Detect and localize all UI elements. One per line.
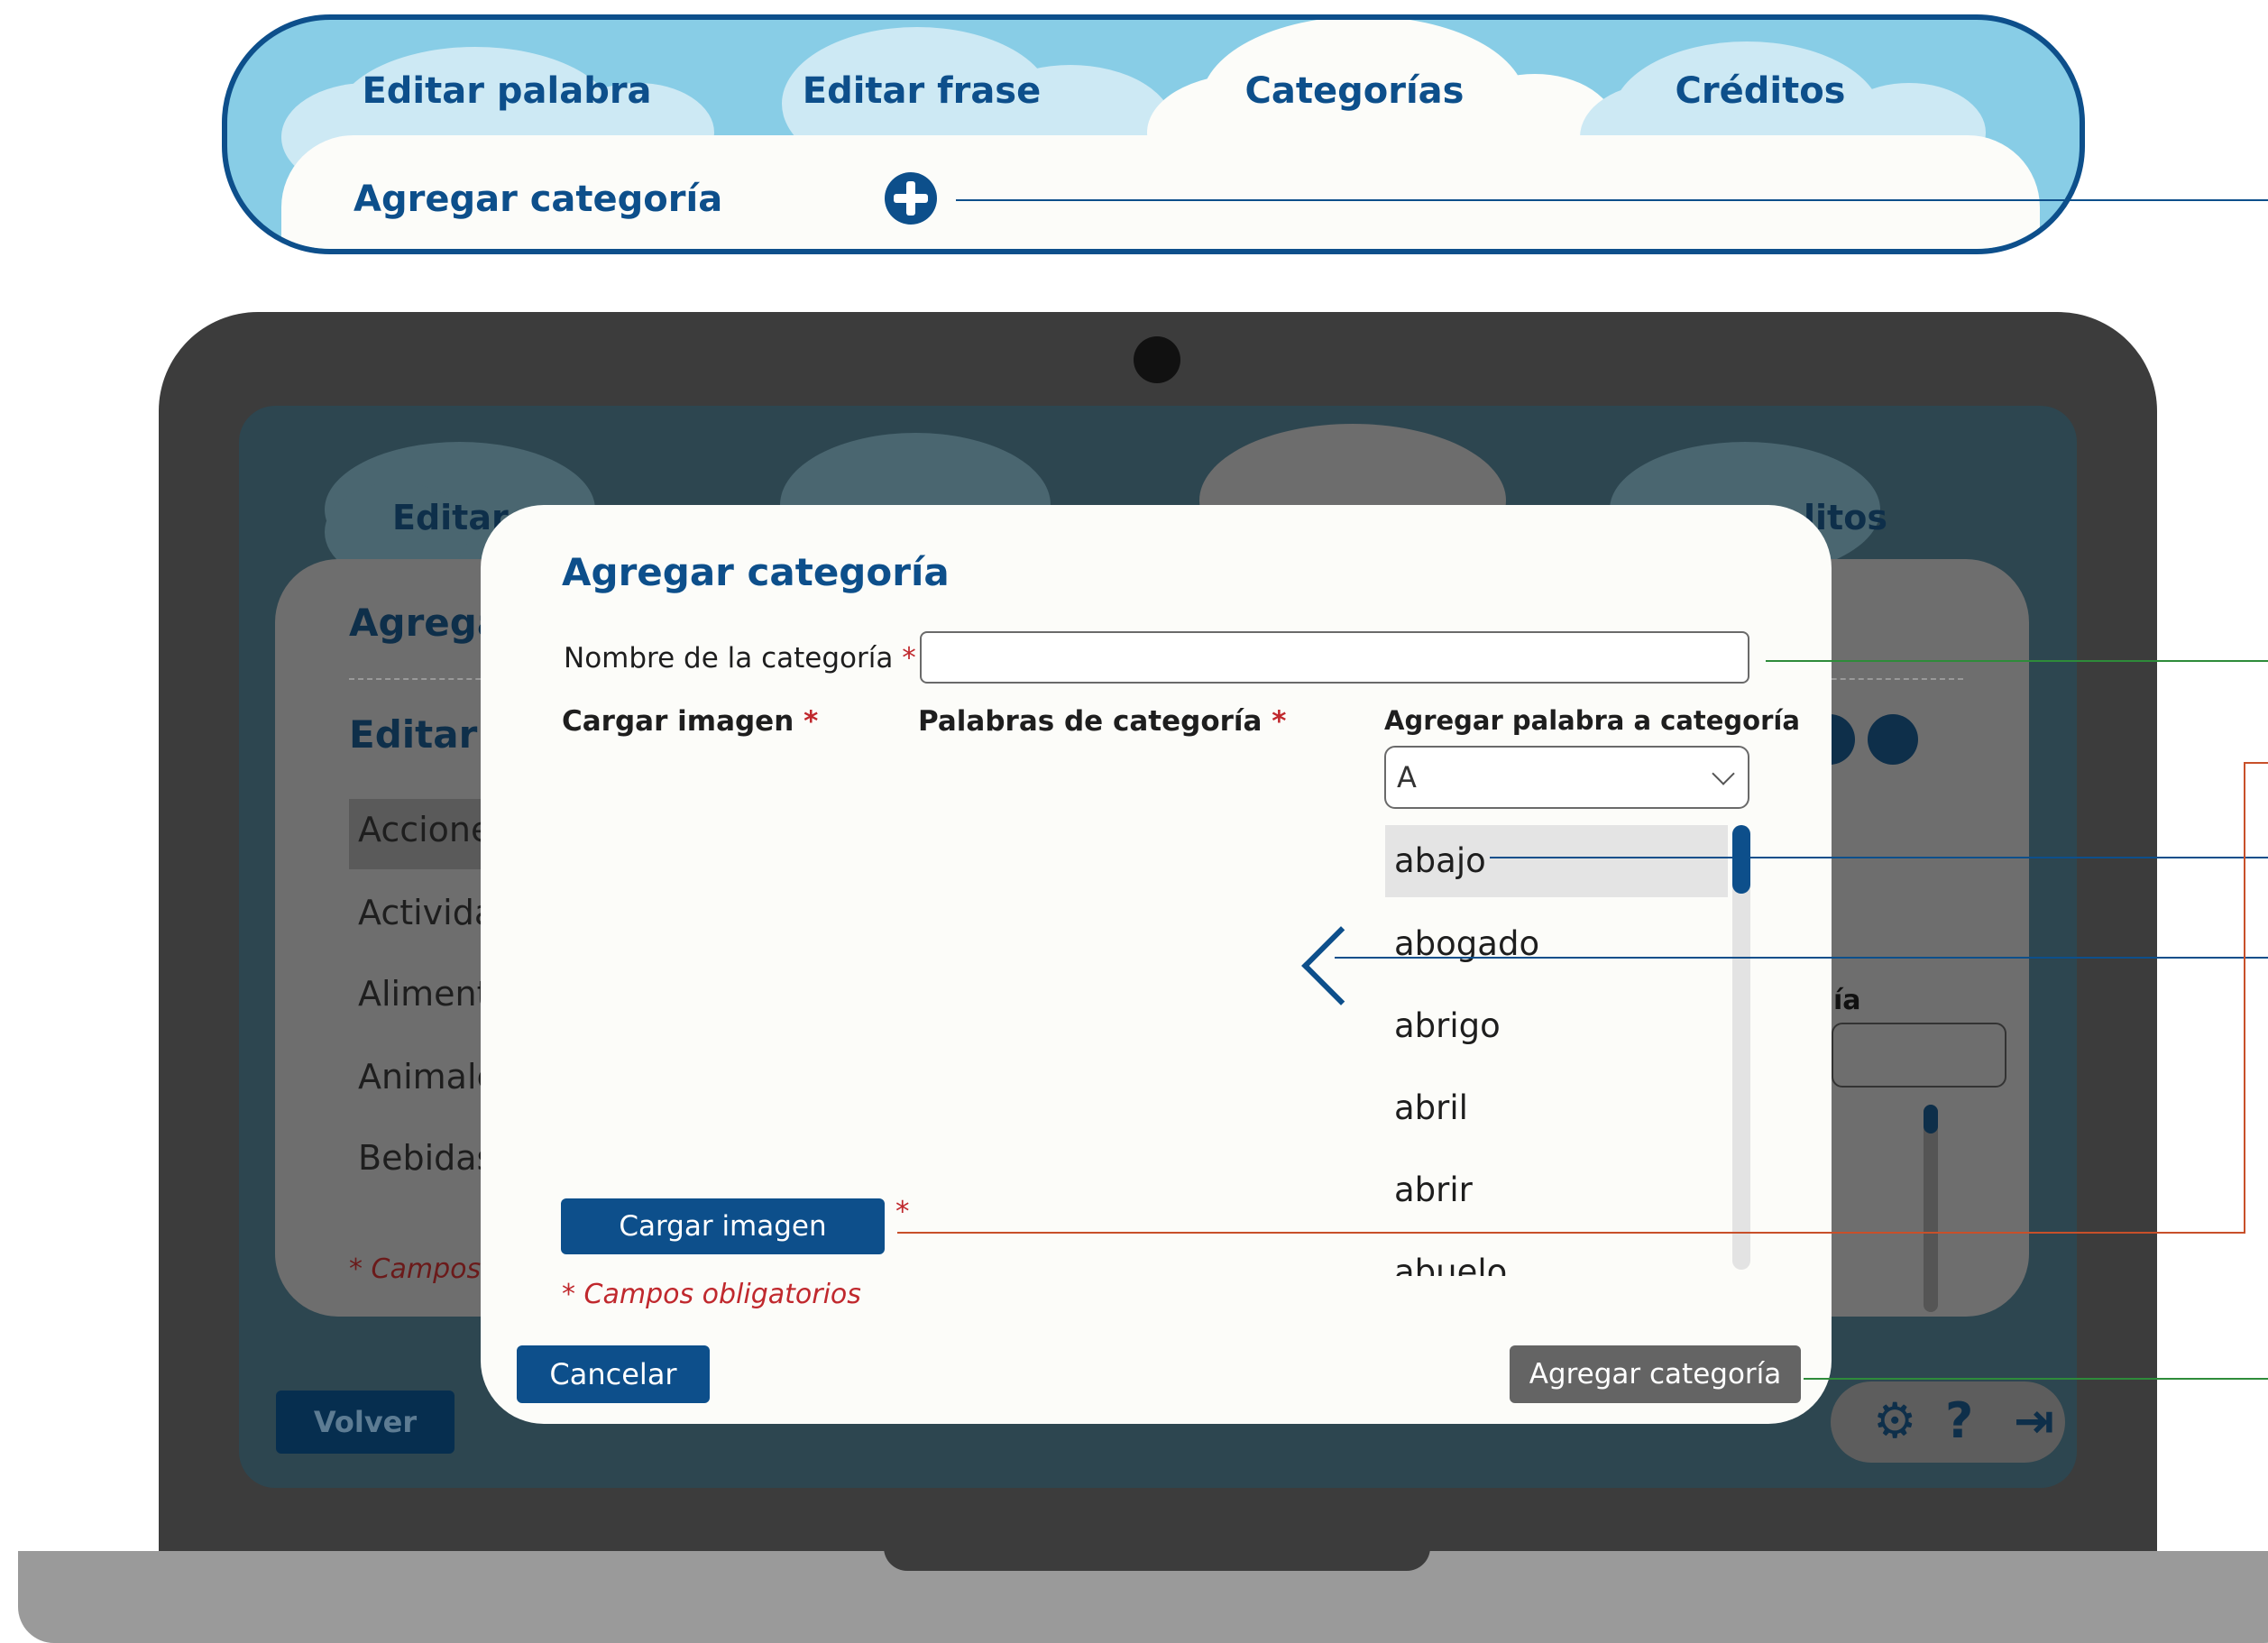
- tab-editar-frase[interactable]: Editar frase: [786, 70, 1057, 112]
- word-list[interactable]: abajo abogado abrigo abril abrir abuelo: [1385, 825, 1728, 1276]
- upload-image-header: Cargar imagen *: [562, 705, 818, 738]
- bg-trash-icon: [1868, 714, 1918, 765]
- annotation-line: [1335, 957, 2268, 959]
- word-list-item-selected[interactable]: abajo: [1385, 825, 1728, 897]
- add-category-modal: Agregar categoría Nombre de la categoría…: [481, 505, 1832, 1424]
- banner-add-category-label: Agregar categoría: [354, 179, 723, 220]
- required-mark: *: [895, 1196, 910, 1228]
- annotation-line: [1804, 1378, 2268, 1380]
- bg-scroll-thumb: [1924, 1105, 1938, 1134]
- bg-category: Animale: [358, 1057, 498, 1097]
- add-category-button[interactable]: Agregar categoría: [1510, 1345, 1801, 1403]
- word-list-item[interactable]: abril: [1385, 1072, 1728, 1144]
- category-name-label-text: Nombre de la categoría: [564, 642, 894, 675]
- required-mark: *: [803, 705, 819, 738]
- annotation-line: [2244, 762, 2268, 764]
- bg-label: ía: [1833, 985, 1861, 1016]
- bg-category: Bebidas: [358, 1138, 495, 1178]
- word-list-scroll-thumb[interactable]: [1732, 825, 1750, 894]
- word-list-item[interactable]: abogado: [1385, 908, 1728, 980]
- help-icon[interactable]: ?: [1945, 1392, 1973, 1449]
- tab-editar-palabra[interactable]: Editar palabra: [354, 70, 660, 112]
- bg-scroll-track: [1924, 1105, 1938, 1312]
- chevron-left-icon[interactable]: [1301, 926, 1381, 1005]
- required-mark: *: [1272, 705, 1287, 738]
- letter-select-value: A: [1397, 760, 1417, 794]
- upload-image-button[interactable]: Cargar imagen: [561, 1198, 885, 1254]
- annotation-line: [1490, 857, 2268, 858]
- exit-icon[interactable]: ⇥: [2014, 1392, 2054, 1449]
- cancel-button[interactable]: Cancelar: [517, 1345, 710, 1403]
- tab-categorias[interactable]: Categorías: [1219, 70, 1490, 112]
- required-fields-note: * Campos obligatorios: [562, 1279, 861, 1310]
- bg-category: Aliment: [358, 974, 491, 1014]
- annotation-line: [1766, 660, 2268, 662]
- modal-title: Agregar categoría: [562, 550, 950, 594]
- category-words-header: Palabras de categoría *: [918, 705, 1286, 738]
- letter-select[interactable]: A: [1384, 746, 1749, 809]
- add-word-header: Agregar palabra a categoría: [1384, 705, 1800, 736]
- annotation-line: [2244, 762, 2245, 1234]
- category-name-label: Nombre de la categoría *: [564, 642, 916, 675]
- upload-image-header-text: Cargar imagen: [562, 705, 794, 738]
- plus-circle-icon[interactable]: [885, 172, 937, 225]
- gear-icon[interactable]: ⚙: [1873, 1392, 1916, 1449]
- bg-add-title: Agrega: [349, 601, 503, 645]
- chevron-down-icon: [1712, 762, 1735, 785]
- bg-note: * Campos: [349, 1253, 482, 1285]
- category-name-input[interactable]: [920, 631, 1749, 684]
- word-list-item[interactable]: abuelo: [1385, 1236, 1728, 1276]
- category-words-header-text: Palabras de categoría: [918, 705, 1263, 738]
- camera-icon: [1134, 336, 1180, 383]
- word-list-item[interactable]: abrigo: [1385, 990, 1728, 1062]
- word-list-item[interactable]: abrir: [1385, 1154, 1728, 1226]
- back-button[interactable]: Volver: [276, 1391, 455, 1454]
- tab-creditos[interactable]: Créditos: [1634, 70, 1887, 112]
- nav-banner: Editar palabra Editar frase Categorías C…: [222, 14, 2085, 254]
- bg-category: Accione: [358, 810, 492, 849]
- required-mark: *: [902, 642, 916, 675]
- bg-select: [1832, 1023, 2006, 1088]
- laptop-notch: [884, 1547, 1430, 1571]
- annotation-line: [897, 1232, 2245, 1234]
- annotation-line: [956, 199, 2268, 201]
- bg-category: Activida: [358, 893, 496, 932]
